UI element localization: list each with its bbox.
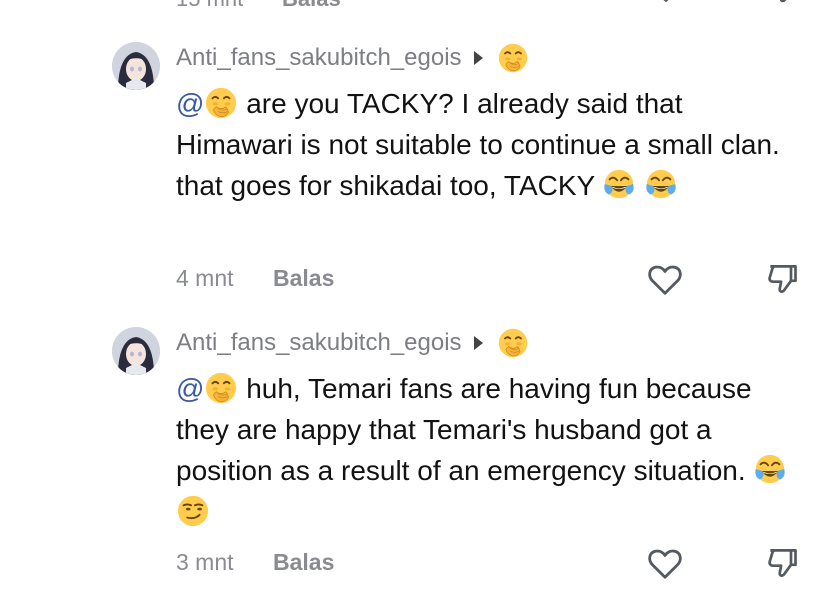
previous-comment-time: 15 mnt [176, 0, 243, 12]
reply-button[interactable]: Balas [273, 265, 334, 292]
previous-comment-footer: 15 mnt Balas [176, 0, 828, 11]
mention-link[interactable]: @ [176, 373, 238, 404]
thumbs-down-icon[interactable] [764, 261, 800, 302]
comment-body: huh, Temari fans are having fun because … [176, 373, 752, 486]
comment-body: are you TACKY? I already said that Himaw… [176, 88, 780, 201]
comment-time: 4 mnt [176, 265, 234, 291]
mention-at: @ [176, 373, 205, 404]
username[interactable]: Anti_fans_sakubitch_egois [176, 44, 462, 72]
previous-heart-icon[interactable] [648, 0, 684, 11]
face-with-tears-of-joy-emoji [644, 168, 678, 202]
comment-footer: 4 mnt Balas [176, 265, 806, 297]
username-row: Anti_fans_sakubitch_egois [176, 328, 529, 358]
comment-time: 3 mnt [176, 549, 234, 575]
mention-at: @ [176, 88, 205, 119]
reply-button[interactable]: Balas [273, 549, 334, 576]
previous-thumbs-down-icon[interactable] [766, 0, 800, 11]
username[interactable]: Anti_fans_sakubitch_egois [176, 329, 462, 357]
avatar[interactable] [112, 42, 160, 90]
caret-right-icon [473, 336, 483, 350]
smirking-face-emoji [176, 494, 210, 528]
caret-right-icon [473, 51, 483, 65]
heart-icon[interactable] [646, 545, 684, 588]
avatar[interactable] [112, 327, 160, 375]
thumbs-down-icon[interactable] [764, 545, 800, 586]
username-row: Anti_fans_sakubitch_egois [176, 43, 529, 73]
face-with-hand-over-mouth-emoji [497, 327, 529, 359]
comment-text: @ huh, Temari fans are having fun becaus… [176, 368, 806, 532]
face-with-hand-over-mouth-emoji [204, 371, 238, 405]
heart-icon[interactable] [646, 261, 684, 304]
face-with-tears-of-joy-emoji [753, 453, 787, 487]
comment-footer: 3 mnt Balas [176, 549, 806, 581]
face-with-hand-over-mouth-emoji [497, 42, 529, 74]
comment-text: @ are you TACKY? I already said that Him… [176, 83, 806, 206]
previous-reply-button[interactable]: Balas [282, 0, 341, 12]
mention-link[interactable]: @ [176, 88, 238, 119]
face-with-tears-of-joy-emoji [602, 168, 636, 202]
face-with-hand-over-mouth-emoji [204, 86, 238, 120]
